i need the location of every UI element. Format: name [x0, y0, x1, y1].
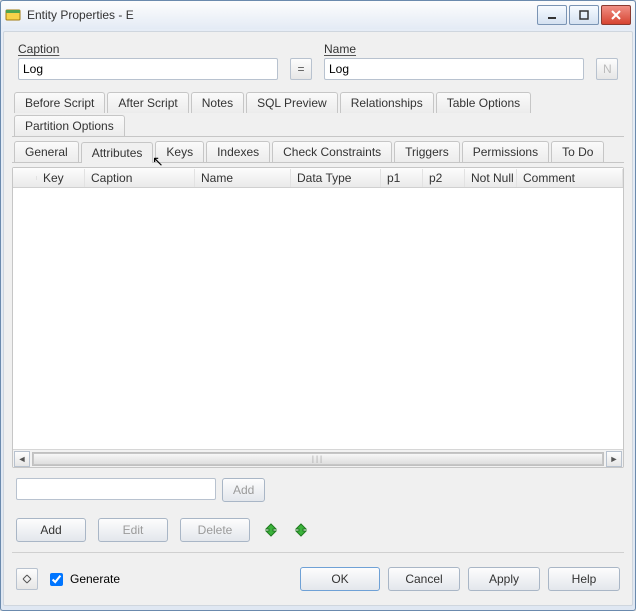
scroll-thumb[interactable]: [33, 453, 603, 465]
scroll-track[interactable]: [32, 452, 604, 466]
attributes-table: Key Caption Name Data Type p1 p2 Not Nul…: [12, 167, 624, 468]
tab-triggers[interactable]: Triggers: [394, 141, 460, 162]
tab-relationships[interactable]: Relationships: [340, 92, 434, 113]
name-input[interactable]: [324, 58, 584, 80]
table-header: Key Caption Name Data Type p1 p2 Not Nul…: [13, 168, 623, 188]
tab-check-constraints[interactable]: Check Constraints: [272, 141, 392, 162]
app-icon: [5, 7, 21, 23]
resize-grip-button[interactable]: [16, 568, 38, 590]
col-p1[interactable]: p1: [381, 169, 423, 187]
col-datatype[interactable]: Data Type: [291, 169, 381, 187]
tab-general[interactable]: General: [14, 141, 79, 162]
col-key[interactable]: Key: [37, 169, 85, 187]
tab-notes[interactable]: Notes: [191, 92, 244, 113]
minimize-button[interactable]: [537, 5, 567, 25]
col-name[interactable]: Name: [195, 169, 291, 187]
edit-button[interactable]: Edit: [98, 518, 168, 542]
ok-button[interactable]: OK: [300, 567, 380, 591]
quick-add-button[interactable]: Add: [222, 478, 265, 502]
tab-permissions[interactable]: Permissions: [462, 141, 549, 162]
cancel-button[interactable]: Cancel: [388, 567, 460, 591]
scroll-right-icon[interactable]: ►: [606, 451, 622, 467]
tab-sql-preview[interactable]: SQL Preview: [246, 92, 338, 113]
delete-button[interactable]: Delete: [180, 518, 250, 542]
tab-partition-options[interactable]: Partition Options: [14, 115, 125, 136]
caption-equals-name-button[interactable]: =: [290, 58, 312, 80]
tabs-row-upper: Before Script After Script Notes SQL Pre…: [12, 90, 624, 137]
col-handle[interactable]: [13, 176, 37, 180]
col-notnull[interactable]: Not Null: [465, 169, 517, 187]
tab-keys[interactable]: Keys: [155, 141, 204, 162]
move-up-icon[interactable]: [262, 521, 280, 539]
quick-add-input[interactable]: [16, 478, 216, 500]
window-title: Entity Properties - E: [27, 8, 537, 22]
tab-to-do[interactable]: To Do: [551, 141, 604, 162]
move-down-icon[interactable]: [292, 521, 310, 539]
col-caption[interactable]: Caption: [85, 169, 195, 187]
tabs-row-lower: General Attributes Keys Indexes Check Co…: [12, 139, 624, 163]
generate-label: Generate: [70, 572, 120, 586]
divider: [12, 552, 624, 553]
apply-button[interactable]: Apply: [468, 567, 540, 591]
scroll-left-icon[interactable]: ◄: [14, 451, 30, 467]
tab-table-options[interactable]: Table Options: [436, 92, 531, 113]
caption-input[interactable]: [18, 58, 278, 80]
close-button[interactable]: [601, 5, 631, 25]
titlebar[interactable]: Entity Properties - E: [1, 1, 635, 29]
col-p2[interactable]: p2: [423, 169, 465, 187]
tab-before-script[interactable]: Before Script: [14, 92, 105, 113]
add-button[interactable]: Add: [16, 518, 86, 542]
col-comment[interactable]: Comment: [517, 169, 623, 187]
name-aux-button[interactable]: N: [596, 58, 618, 80]
entity-properties-window: Entity Properties - E Caption = Name N B…: [0, 0, 636, 611]
tab-after-script[interactable]: After Script: [107, 92, 188, 113]
generate-checkbox[interactable]: Generate: [46, 570, 120, 589]
caption-label: Caption: [18, 42, 278, 56]
tab-indexes[interactable]: Indexes: [206, 141, 270, 162]
help-button[interactable]: Help: [548, 567, 620, 591]
generate-checkbox-input[interactable]: [50, 573, 63, 586]
name-label: Name: [324, 42, 584, 56]
maximize-button[interactable]: [569, 5, 599, 25]
table-body[interactable]: [13, 188, 623, 449]
tab-attributes[interactable]: Attributes: [81, 142, 154, 163]
horizontal-scrollbar[interactable]: ◄ ►: [13, 449, 623, 467]
